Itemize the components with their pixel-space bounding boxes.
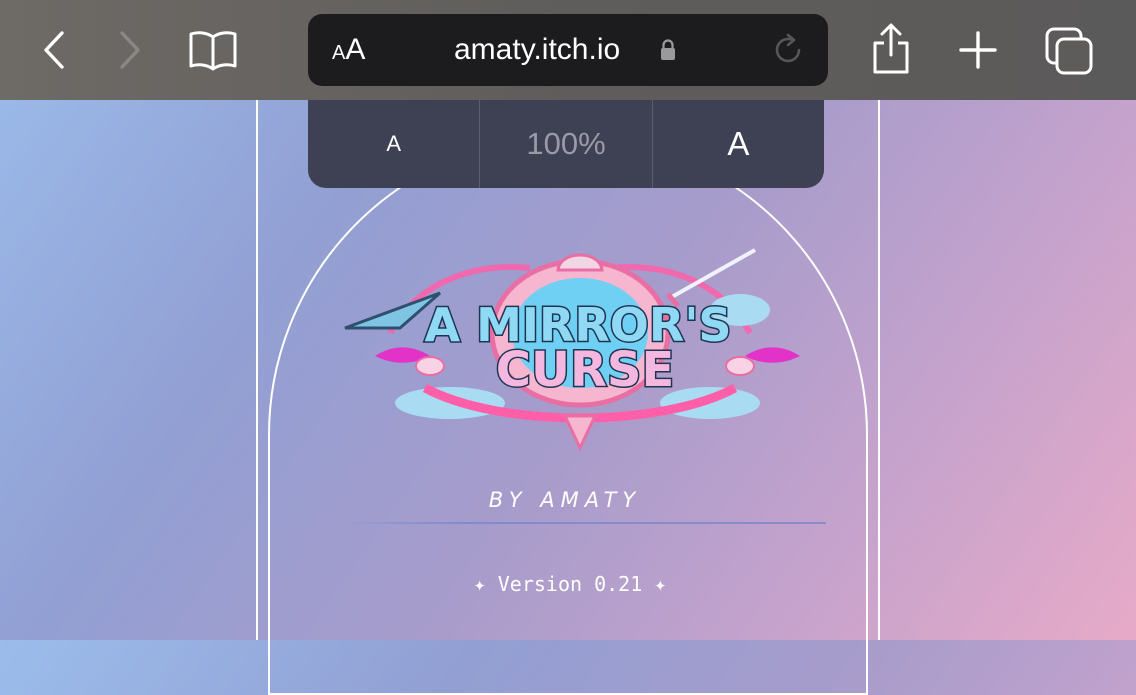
chevron-left-icon — [44, 31, 64, 69]
page-frame-right — [878, 100, 880, 640]
share-button[interactable] — [868, 22, 914, 76]
text-size-small-a: A — [332, 42, 346, 64]
share-icon — [873, 23, 909, 74]
zoom-level-button[interactable]: 100% — [479, 100, 651, 188]
back-button[interactable] — [36, 28, 72, 72]
bookmarks-button[interactable] — [186, 28, 240, 72]
tabs-button[interactable] — [1044, 26, 1094, 76]
page-frame-left — [256, 100, 258, 640]
decrease-text-size-button[interactable]: A — [308, 100, 479, 188]
address-bar[interactable]: AA amaty.itch.io — [308, 14, 828, 86]
reload-icon[interactable] — [770, 32, 806, 68]
tabs-icon — [1045, 27, 1093, 75]
browser-toolbar: AA amaty.itch.io — [0, 0, 1136, 100]
forward-button[interactable] — [112, 28, 148, 72]
divider — [340, 522, 826, 524]
url-text[interactable]: amaty.itch.io — [454, 30, 620, 70]
lock-icon — [661, 39, 675, 60]
version-label: ✦ Version 0.21 ✦ — [473, 572, 667, 596]
byline: BY AMATY — [488, 488, 642, 512]
increase-text-size-button[interactable]: A — [651, 100, 824, 188]
text-size-popover: A 100% A — [308, 100, 824, 188]
game-logo: A MIRROR'S CURSE — [344, 248, 800, 452]
chevron-right-icon — [120, 31, 140, 69]
logo-line2: CURSE — [496, 342, 675, 398]
text-size-large-a: A — [345, 33, 366, 66]
plus-icon — [959, 31, 997, 69]
text-size-button[interactable]: AA — [332, 32, 365, 71]
new-tab-button[interactable] — [958, 30, 998, 70]
book-icon — [189, 31, 237, 71]
